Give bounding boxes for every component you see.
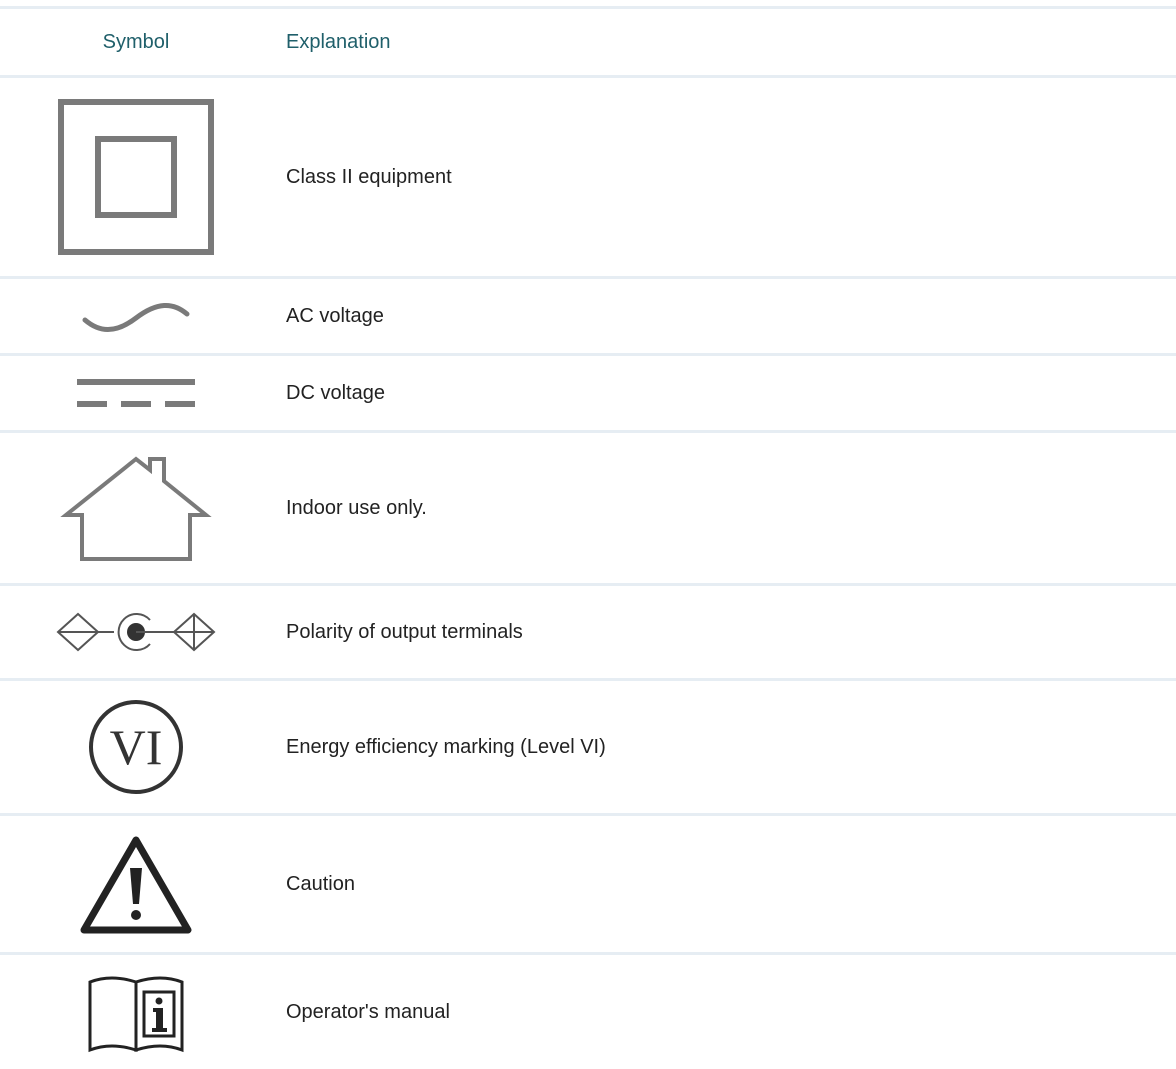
vi-symbol-text: VI — [110, 719, 163, 775]
symbol-cell — [0, 970, 272, 1054]
symbol-cell — [0, 453, 272, 563]
symbol-cell — [0, 834, 272, 934]
symbol-cell — [0, 296, 272, 336]
table-row: AC voltage — [0, 276, 1176, 353]
table-header-row: Symbol Explanation — [0, 6, 1176, 75]
explanation-text: DC voltage — [286, 381, 385, 404]
symbol-cell — [0, 99, 272, 255]
table-row: Polarity of output terminals — [0, 583, 1176, 678]
table-row: DC voltage — [0, 353, 1176, 430]
table-row: Caution — [0, 813, 1176, 952]
polarity-terminals-icon — [56, 612, 216, 652]
class-ii-double-square-icon — [58, 99, 214, 255]
caution-triangle-icon — [80, 836, 192, 934]
explanation-text: AC voltage — [286, 304, 384, 327]
table-row: VI Energy efficiency marking (Level VI) — [0, 678, 1176, 813]
operator-manual-book-icon — [88, 976, 184, 1053]
header-explanation: Explanation — [286, 30, 391, 53]
table-row: Class II equipment — [0, 75, 1176, 276]
symbols-table: Symbol Explanation Class II equipment AC… — [0, 6, 1176, 1069]
ac-sine-wave-icon — [82, 303, 190, 332]
table-row: Operator's manual — [0, 952, 1176, 1069]
explanation-text: Class II equipment — [286, 165, 452, 188]
table-row: Indoor use only. — [0, 430, 1176, 583]
header-symbol: Symbol — [102, 30, 170, 53]
energy-efficiency-vi-icon: VI — [89, 700, 183, 794]
explanation-text: Indoor use only. — [286, 496, 427, 519]
explanation-text: Polarity of output terminals — [286, 620, 523, 643]
indoor-house-icon — [60, 456, 212, 561]
explanation-text: Energy efficiency marking (Level VI) — [286, 735, 606, 758]
explanation-text: Operator's manual — [286, 1000, 450, 1023]
dc-voltage-icon — [77, 379, 195, 407]
symbol-cell — [0, 373, 272, 413]
symbol-cell: VI — [0, 699, 272, 795]
symbol-cell — [0, 610, 272, 654]
explanation-text: Caution — [286, 872, 355, 895]
